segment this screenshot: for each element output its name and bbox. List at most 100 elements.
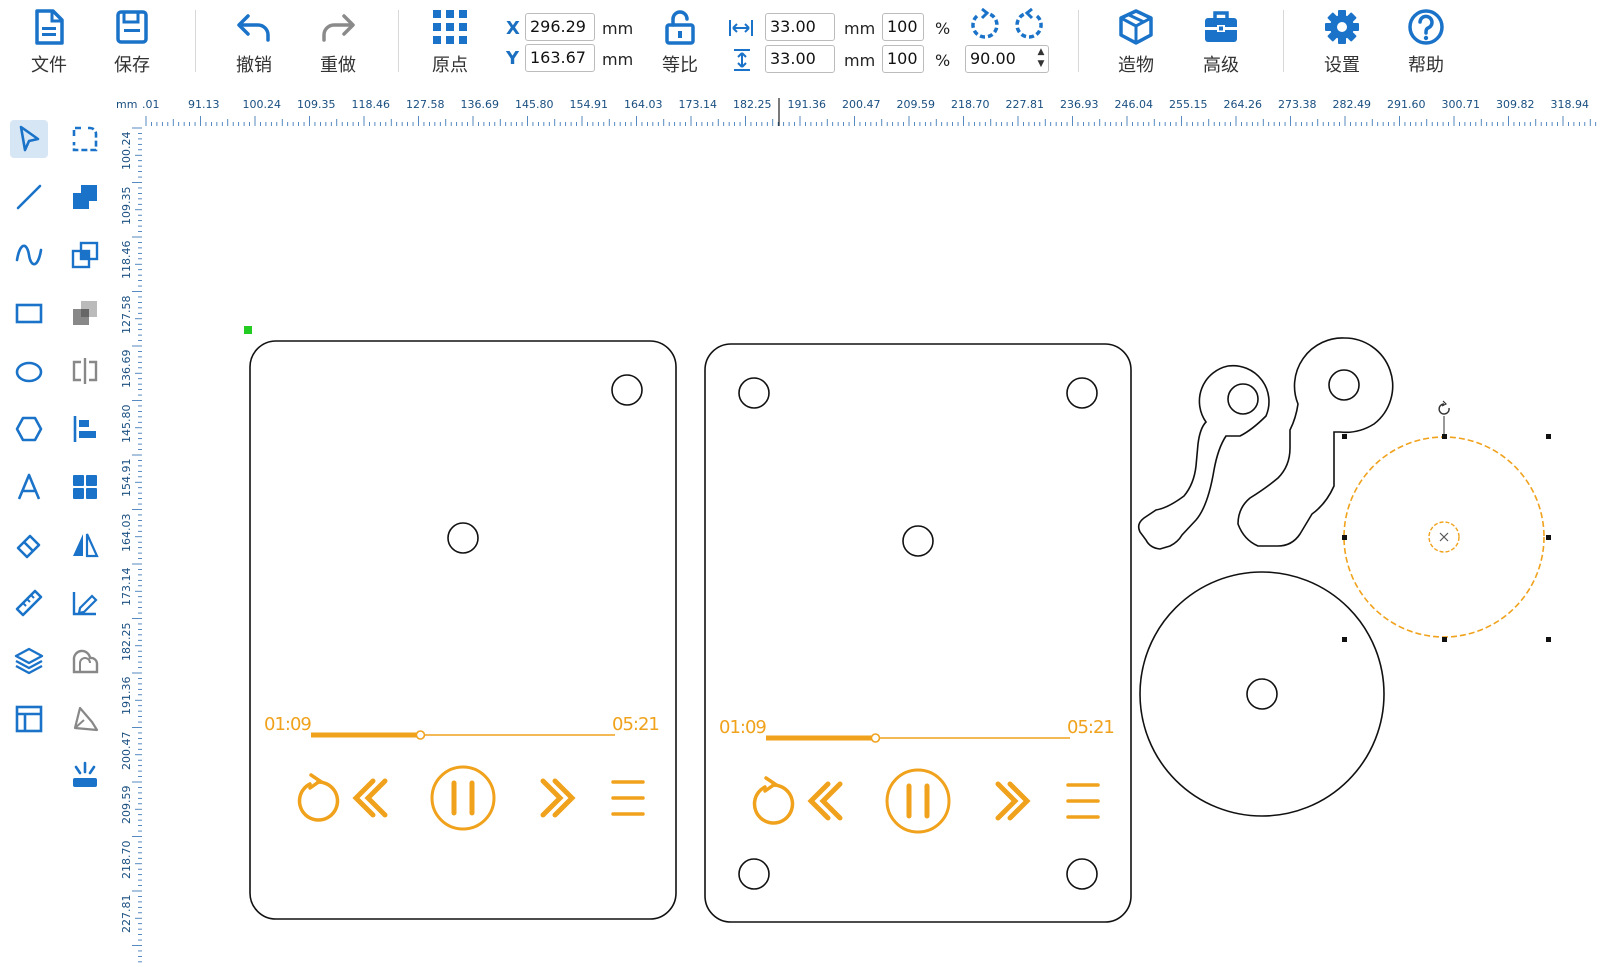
- trace-tool[interactable]: [66, 584, 104, 622]
- ruler-label: 91.13: [188, 98, 220, 111]
- undo-label: 撤销: [236, 55, 272, 76]
- layers-tool[interactable]: [10, 642, 48, 680]
- height-percent-input[interactable]: 100: [882, 45, 924, 73]
- y-position-input[interactable]: 163.67: [525, 44, 595, 72]
- weld-tool[interactable]: [66, 642, 104, 680]
- array-tool[interactable]: [66, 468, 104, 506]
- music-player-panel-1[interactable]: 01:09 05:21: [249, 340, 677, 920]
- horizontal-ruler[interactable]: mm .01 91.13 100.24 109.35 118.46 127.58 136.6…: [116, 96, 1600, 126]
- ruler-label: 164.03: [120, 513, 133, 552]
- rotate-ccw-icon[interactable]: [968, 8, 1002, 42]
- tonearm-parts[interactable]: [1137, 337, 1394, 550]
- file-button[interactable]: 文件: [17, 6, 81, 78]
- pause-button-circle: [430, 765, 496, 831]
- rotation-spinner[interactable]: ▲ ▼: [1035, 46, 1047, 74]
- file-icon: [35, 9, 64, 45]
- line-tool[interactable]: [10, 178, 48, 216]
- cube-icon: [1119, 9, 1153, 45]
- ruler-label: 255.15: [1169, 98, 1208, 111]
- text-tool[interactable]: [10, 468, 48, 506]
- help-button[interactable]: 帮助: [1394, 6, 1458, 78]
- settings-button[interactable]: 设置: [1310, 6, 1374, 78]
- ruler-label: 309.82: [1496, 98, 1535, 111]
- ruler-label: 127.58: [406, 98, 445, 111]
- music-player-panel-2[interactable]: 01:09 05:21: [704, 343, 1132, 923]
- measure-tool[interactable]: [10, 584, 48, 622]
- subtract-tool[interactable]: [66, 294, 104, 332]
- curve-tool[interactable]: [10, 236, 48, 274]
- repeat-arrow: [763, 776, 779, 793]
- x-position-input[interactable]: 296.29: [525, 13, 595, 41]
- y-unit-label: mm: [602, 50, 634, 69]
- align-tool[interactable]: [66, 410, 104, 448]
- time-end-label: 05:21: [612, 714, 659, 735]
- group-tool[interactable]: [66, 236, 104, 274]
- mount-hole: [1066, 858, 1098, 890]
- template-tool[interactable]: [10, 700, 48, 738]
- width-input[interactable]: 33.00: [765, 13, 835, 41]
- node-edit-tool[interactable]: [66, 120, 104, 158]
- grid-array-icon: [73, 475, 97, 499]
- origin-button[interactable]: 原点: [418, 6, 482, 78]
- select-tool[interactable]: [10, 120, 48, 158]
- ruler-label: 227.81: [1005, 98, 1045, 111]
- ruler-label: 164.03: [624, 98, 663, 111]
- selected-circle[interactable]: [1342, 400, 1551, 642]
- proportional-lock-button[interactable]: 等比: [648, 6, 712, 78]
- width-percent-input[interactable]: 100: [882, 13, 924, 41]
- fast-forward-icon: [540, 778, 576, 818]
- align-left-icon: [73, 416, 96, 442]
- turntable-disc[interactable]: [1139, 571, 1385, 817]
- help-label: 帮助: [1408, 55, 1444, 76]
- union-tool[interactable]: [66, 178, 104, 216]
- origin-label: 原点: [432, 55, 468, 76]
- build-button[interactable]: 造物: [1104, 6, 1168, 78]
- ruler-label: 109.35: [297, 98, 336, 111]
- mount-hole: [1066, 377, 1098, 409]
- ruler-label: 136.69: [120, 349, 133, 389]
- vertical-ruler[interactable]: 100.24 109.35 118.46 127.58 136.69 145.80 154.…: [116, 126, 142, 967]
- pen-tool[interactable]: [66, 700, 104, 738]
- ellipse-tool[interactable]: [10, 352, 48, 390]
- panel-outline: [249, 340, 677, 920]
- canvas-drawing[interactable]: 01:09 05:21 01:09 05:21: [142, 126, 1600, 967]
- advanced-label: 高级: [1203, 55, 1239, 76]
- rectangle-icon: [15, 303, 43, 324]
- ruler-label: 191.36: [787, 98, 827, 111]
- top-toolbar: 文件 保存 撤销 重做 原点 X 296.29 mm Y 163.67 mm 等…: [0, 0, 1466, 81]
- mirror-icon: [73, 533, 99, 558]
- layers-icon: [14, 647, 44, 675]
- polygon-tool[interactable]: [10, 410, 48, 448]
- center-hole: [902, 525, 934, 557]
- ruler-label: 264.26: [1223, 98, 1263, 111]
- advanced-button[interactable]: 高级: [1189, 6, 1253, 78]
- height-input[interactable]: 33.00: [765, 45, 835, 73]
- laser-icon: [73, 761, 97, 787]
- ruler-icon: [15, 589, 43, 617]
- ruler-label: 200.47: [842, 98, 881, 111]
- repeat-icon: [752, 783, 795, 825]
- repeat-arrow: [308, 773, 324, 790]
- laser-tool[interactable]: [66, 756, 104, 794]
- pause-button-circle: [885, 768, 951, 834]
- eraser-tool[interactable]: [10, 526, 48, 564]
- undo-button[interactable]: 撤销: [222, 6, 286, 78]
- mount-hole: [738, 377, 770, 409]
- rectangle-tool[interactable]: [10, 294, 48, 332]
- repeat-icon: [297, 780, 340, 822]
- ruler-label: 218.70: [951, 98, 990, 111]
- tonearm-left: [1137, 364, 1270, 550]
- rewind-icon: [807, 781, 843, 821]
- design-canvas[interactable]: 01:09 05:21 01:09 05:21: [142, 126, 1600, 967]
- file-label: 文件: [31, 55, 67, 76]
- split-tool[interactable]: [66, 352, 104, 390]
- hexagon-icon: [15, 416, 43, 442]
- ruler-label: 118.46: [120, 240, 133, 280]
- rotate-cw-icon[interactable]: [1012, 8, 1046, 42]
- time-start-label: 01:09: [264, 714, 311, 735]
- save-button[interactable]: 保存: [100, 6, 164, 78]
- panel-outline: [704, 343, 1132, 923]
- redo-button[interactable]: 重做: [306, 6, 370, 78]
- ruler-label: 318.94: [1550, 98, 1590, 111]
- mirror-tool[interactable]: [66, 526, 104, 564]
